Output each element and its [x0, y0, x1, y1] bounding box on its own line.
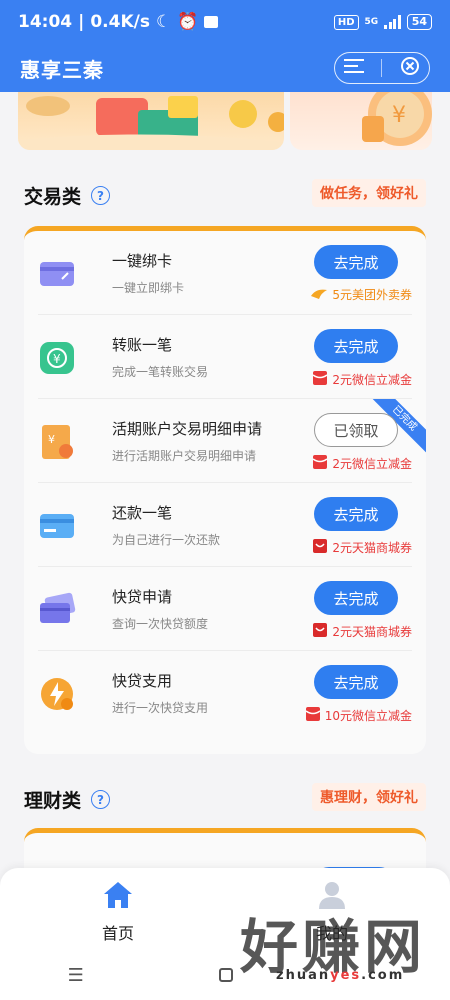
- meituan-icon: [310, 286, 328, 303]
- status-time: 14:04: [18, 12, 73, 32]
- task-item: 快贷支用 进行一次快贷支用 去完成 10元微信立减金: [38, 651, 412, 735]
- task-name: 快贷支用: [112, 672, 173, 690]
- complete-button[interactable]: 去完成: [314, 245, 398, 279]
- task-reward: 2元微信立减金: [312, 454, 412, 473]
- task-item: ¥ 转账一笔 完成一笔转账交易 去完成 2元微信立减金: [38, 315, 412, 399]
- battery-icon: 54: [406, 14, 432, 30]
- task-name: 转账一笔: [112, 336, 173, 354]
- task-desc: 为自己进行一次还款: [112, 533, 221, 547]
- section-title-finance: 理财类 ?: [24, 786, 111, 813]
- svg-text:¥: ¥: [53, 352, 61, 366]
- task-reward: 2元微信立减金: [312, 370, 412, 389]
- red-envelope-icon: [312, 454, 328, 473]
- status-speed: 0.4K/s: [90, 12, 150, 32]
- task-desc: 查询一次快贷额度: [112, 617, 209, 631]
- help-icon[interactable]: ?: [91, 790, 111, 809]
- home-icon: [102, 880, 134, 914]
- promo-tag-trade: 做任务，领好礼: [312, 179, 426, 207]
- signal-icon: [384, 15, 401, 29]
- promo-banner-right[interactable]: ¥: [290, 92, 432, 150]
- complete-button[interactable]: 去完成: [314, 329, 398, 363]
- task-name: 快贷申请: [112, 588, 173, 606]
- section-title-trade: 交易类 ?: [24, 182, 111, 209]
- task-reward: 5元美团外卖券: [310, 286, 412, 303]
- home-square-icon[interactable]: [219, 968, 234, 982]
- task-name: 一键绑卡: [112, 252, 173, 270]
- task-reward: 2元天猫商城券: [312, 622, 412, 641]
- task-item: 快贷申请 查询一次快贷额度 去完成 2元天猫商城券: [38, 567, 412, 651]
- nav-home[interactable]: 首页: [58, 880, 178, 944]
- card-icon: [38, 255, 76, 293]
- svg-text:¥: ¥: [48, 433, 55, 446]
- app-notification-icon: [204, 16, 219, 28]
- menu-icon[interactable]: ☰: [68, 965, 84, 986]
- mini-program-capsule: [334, 52, 430, 84]
- task-desc: 一键立即绑卡: [112, 281, 185, 295]
- task-reward: 2元天猫商城券: [312, 538, 412, 557]
- menu-icon[interactable]: [343, 58, 364, 78]
- svg-text:¥: ¥: [392, 103, 406, 128]
- lightning-coin-icon: [38, 675, 76, 713]
- task-name: 活期账户交易明细申请: [112, 420, 263, 438]
- task-card-trade: 一键绑卡 一键立即绑卡 去完成 5元美团外卖券 ¥ 转账一笔 完成一笔转账交易 …: [24, 226, 426, 754]
- nav-home-label: 首页: [101, 924, 134, 943]
- task-item: 一键绑卡 一键立即绑卡 去完成 5元美团外卖券: [38, 231, 412, 315]
- task-item: 还款一笔 为自己进行一次还款 去完成 2元天猫商城券: [38, 483, 412, 567]
- complete-button[interactable]: 去完成: [314, 665, 398, 699]
- status-bar: 14:04 | 0.4K/s ☾ ⏰ HD 5G 54: [0, 0, 450, 44]
- task-desc: 进行活期账户交易明细申请: [112, 449, 257, 463]
- watermark-url: zhuanyes.com: [276, 968, 405, 983]
- task-name: 还款一笔: [112, 504, 173, 522]
- close-icon[interactable]: [400, 56, 420, 80]
- red-envelope-icon: [305, 706, 321, 725]
- tmall-coupon-icon: [312, 538, 328, 557]
- cards-icon: [38, 591, 76, 629]
- claimed-button[interactable]: 已领取: [314, 413, 398, 447]
- alarm-icon: ⏰: [177, 12, 199, 32]
- help-icon[interactable]: ?: [91, 186, 111, 205]
- hd-badge: HD: [333, 14, 359, 30]
- task-reward: 10元微信立减金: [305, 706, 412, 725]
- banner-row: ¥: [18, 92, 432, 150]
- promo-banner-left[interactable]: [18, 92, 284, 150]
- task-item: 已完成 ¥ 活期账户交易明细申请 进行活期账户交易明细申请 已领取 2元微信立减…: [38, 399, 426, 483]
- complete-button[interactable]: 去完成: [314, 581, 398, 615]
- transfer-icon: ¥: [38, 339, 76, 377]
- task-desc: 进行一次快贷支用: [112, 701, 209, 715]
- complete-button[interactable]: 去完成: [314, 497, 398, 531]
- document-icon: ¥: [38, 423, 76, 461]
- promo-tag-finance: 惠理财，领好礼: [312, 783, 426, 811]
- app-header: 惠享三秦: [0, 44, 450, 92]
- repay-icon: [38, 507, 76, 545]
- task-desc: 完成一笔转账交易: [112, 365, 209, 379]
- red-envelope-icon: [312, 370, 328, 389]
- tmall-coupon-icon: [312, 622, 328, 641]
- network-label: 5G: [364, 17, 379, 27]
- page-title: 惠享三秦: [20, 57, 104, 82]
- moon-icon: ☾: [155, 12, 172, 32]
